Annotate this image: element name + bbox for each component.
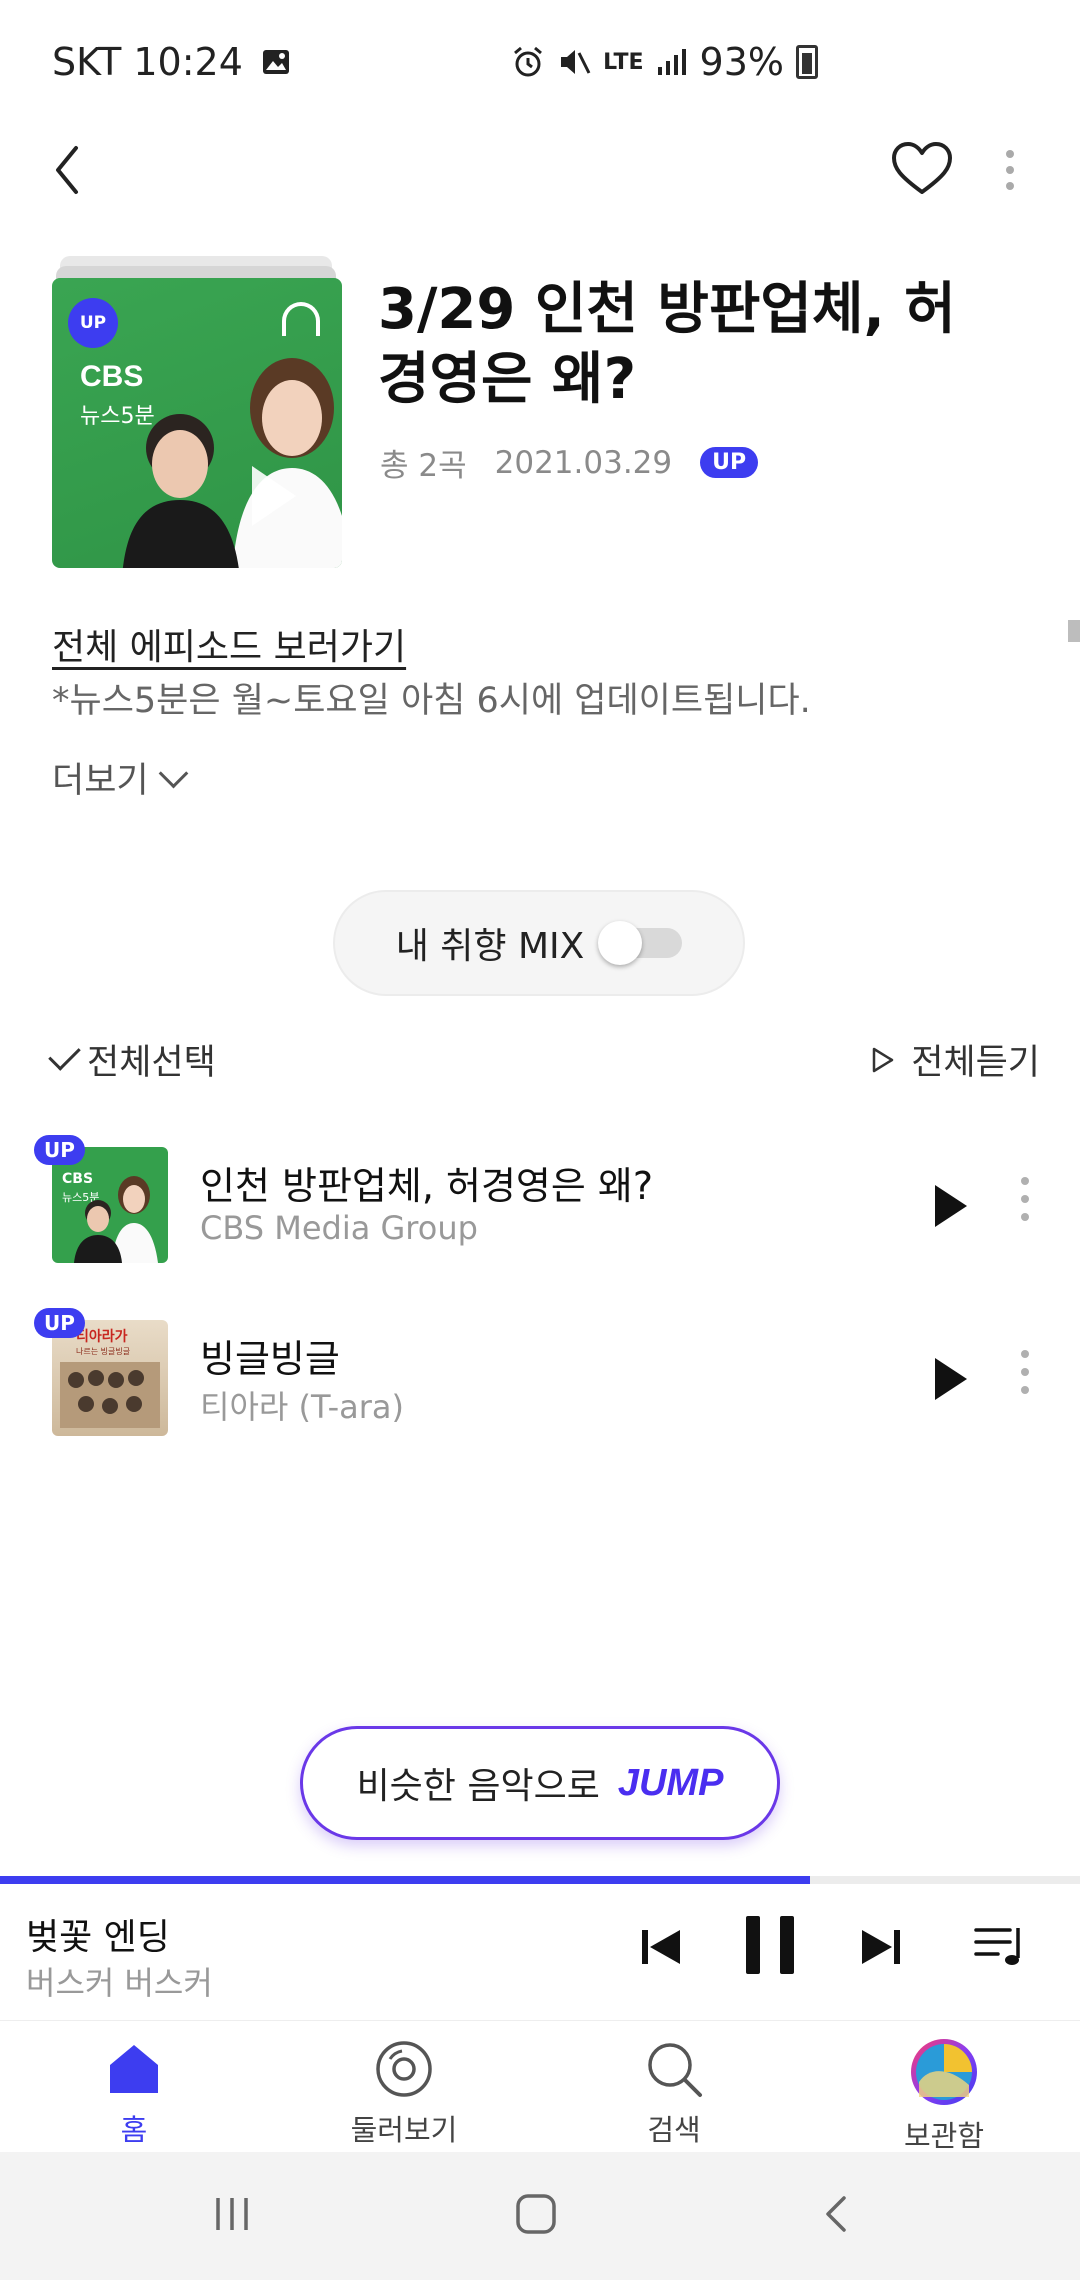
up-badge: UP (68, 298, 118, 348)
home-icon (110, 2045, 158, 2093)
track-artist: CBS Media Group (200, 1209, 478, 1247)
heart-icon (892, 142, 952, 194)
album-cover[interactable]: UP CBS 뉴스5분 (52, 278, 342, 568)
track-play-button[interactable] (935, 1358, 967, 1400)
recent-apps-icon[interactable] (210, 2192, 254, 2236)
status-right: LTE 93% (511, 40, 818, 84)
scroll-indicator[interactable] (1068, 620, 1080, 642)
mute-icon (561, 50, 591, 74)
more-toggle[interactable]: 더보기 (52, 752, 188, 803)
all-episodes-link[interactable]: 전체 에피소드 보러가기 (52, 618, 406, 670)
mix-switch[interactable] (598, 921, 683, 965)
disc-icon (376, 2041, 432, 2097)
track-title: 빙글빙글 (200, 1337, 340, 1381)
chevron-down-icon (158, 758, 188, 789)
now-playing-title: 벚꽃 엔딩 (26, 1917, 170, 1958)
nav-browse-label: 둘러보기 (350, 2113, 458, 2147)
next-icon (862, 1930, 900, 1964)
jump-similar-music-button[interactable]: 비슷한 음악으로 JUMP (300, 1726, 780, 1840)
more-label: 더보기 (52, 761, 149, 801)
carrier-time: SKT 10:24 (52, 40, 243, 84)
pause-button[interactable] (742, 1912, 798, 1978)
playback-progress[interactable] (0, 1876, 1080, 1884)
check-icon (48, 1038, 81, 1071)
playlist-icon (974, 1928, 1020, 1965)
album-title: 3/29 인천 방판업체, 허경영은 왜? (378, 277, 956, 412)
track-row[interactable]: UP CBS 뉴스5분 인천 방판업체, 허경영은 왜? CBS Media G… (0, 1135, 1080, 1297)
nav-search[interactable]: 검색 (574, 2037, 774, 2149)
nav-library-label: 보관함 (903, 2119, 985, 2153)
track-up-badge: UP (34, 1135, 85, 1165)
play-all-button[interactable]: 전체듣기 (871, 1034, 1040, 1085)
headphone-icon (282, 302, 320, 336)
previous-button[interactable] (636, 1922, 686, 1972)
status-bar: SKT 10:24 LTE 93% (0, 0, 1080, 130)
status-left: SKT 10:24 (52, 40, 291, 84)
battery-icon (796, 45, 818, 79)
cbs-logo: CBS (80, 360, 144, 393)
nav-home-label: 홈 (120, 2113, 148, 2147)
pause-icon (746, 1916, 794, 1974)
search-icon (648, 2043, 702, 2097)
library-avatar-icon (911, 2039, 977, 2105)
select-all-label: 전체선택 (87, 1043, 216, 1083)
up-pill: UP (700, 447, 759, 478)
mix-label: 내 취향 MIX (395, 926, 585, 967)
nav-browse[interactable]: 둘러보기 (304, 2037, 504, 2149)
image-icon (262, 50, 289, 74)
next-button[interactable] (856, 1922, 906, 1972)
playlist-button[interactable] (970, 1916, 1030, 1976)
home-system-icon[interactable] (512, 2190, 560, 2238)
signal-icon (657, 49, 686, 75)
album-meta: 총 2곡 2021.03.29 UP (380, 440, 759, 485)
now-playing-artist: 버스커 버스커 (26, 1964, 213, 2002)
nav-library[interactable]: 보관함 (844, 2037, 1044, 2155)
play-all-label: 전체듣기 (911, 1043, 1040, 1083)
alarm-icon (514, 46, 543, 77)
track-row[interactable]: UP 티아라가 나르는 빙글빙글 빙글빙글 티아라 (T-ara) (0, 1308, 1080, 1470)
track-artist: 티아라 (T-ara) (200, 1388, 404, 1426)
nav-home[interactable]: 홈 (34, 2037, 234, 2149)
back-button[interactable] (40, 130, 120, 210)
system-navigation-bar (0, 2152, 1080, 2280)
jump-text: 비슷한 음악으로 (356, 1766, 600, 1807)
back-system-icon[interactable] (816, 2192, 860, 2236)
bottom-navigation: 홈 둘러보기 검색 보관함 (0, 2020, 1080, 2153)
lte-icon: LTE (603, 49, 644, 75)
more-vertical-icon (1006, 150, 1014, 190)
previous-icon (642, 1930, 680, 1964)
nav-search-label: 검색 (647, 2113, 701, 2147)
select-all-button[interactable]: 전체선택 (48, 1034, 216, 1085)
track-more-button[interactable] (1010, 1350, 1040, 1410)
jump-word: JUMP (617, 1761, 724, 1804)
description: *뉴스5분은 월~토요일 아침 6시에 업데이트됩니다. (52, 681, 811, 721)
play-overlay-icon (252, 466, 296, 526)
progress-fill (0, 1876, 810, 1884)
track-up-badge: UP (34, 1308, 85, 1338)
switch-knob (598, 921, 643, 965)
mix-toggle-pill[interactable]: 내 취향 MIX (333, 890, 745, 996)
play-outline-icon (872, 1047, 894, 1072)
track-play-button[interactable] (935, 1185, 967, 1227)
more-options-button[interactable] (980, 130, 1040, 210)
track-title: 인천 방판업체, 허경영은 왜? (200, 1164, 654, 1208)
host-male-image (123, 414, 239, 568)
release-date: 2021.03.29 (494, 444, 673, 481)
track-more-button[interactable] (1010, 1177, 1040, 1237)
like-button[interactable] (880, 130, 964, 210)
battery-percent: 93% (699, 40, 784, 84)
track-count: 총 2곡 (380, 448, 467, 484)
back-arrow-icon (56, 146, 78, 194)
